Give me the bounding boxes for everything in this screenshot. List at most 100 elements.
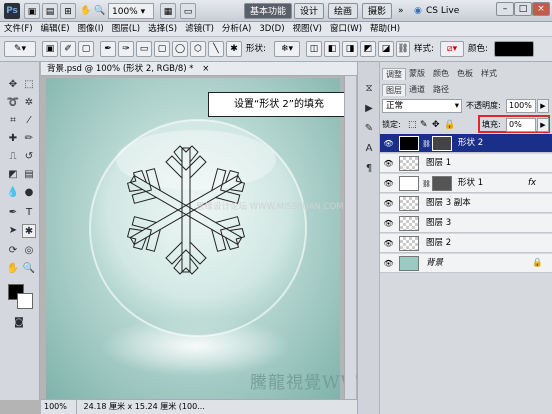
- minimize-icon[interactable]: –: [496, 2, 514, 16]
- brush-icon[interactable]: ✏: [22, 132, 36, 146]
- zoom-icon[interactable]: 🔍: [94, 3, 105, 19]
- path-selection-icon[interactable]: ➤: [6, 224, 20, 238]
- 3d-orbit-icon[interactable]: ◎: [22, 244, 36, 258]
- shape-layers-icon[interactable]: ▣: [42, 41, 58, 57]
- hand-icon[interactable]: ✋: [80, 3, 91, 19]
- menu-view[interactable]: 视图(V): [289, 22, 326, 37]
- tab-masks[interactable]: 蒙版: [406, 68, 428, 80]
- lasso-icon[interactable]: ➰: [6, 96, 20, 110]
- history-brush-icon[interactable]: ↺: [22, 150, 36, 164]
- gradient-icon[interactable]: ▤: [22, 168, 36, 182]
- polygon-icon[interactable]: ⬡: [190, 41, 206, 57]
- color-swatch[interactable]: [494, 41, 534, 57]
- shape-picker[interactable]: ❄▾: [274, 41, 300, 57]
- exclude-mode-icon[interactable]: ◪: [378, 41, 394, 57]
- crop-icon[interactable]: ⌗: [6, 114, 20, 128]
- actions-panel-icon[interactable]: ▶: [362, 102, 376, 116]
- menu-select[interactable]: 选择(S): [144, 22, 181, 37]
- menu-window[interactable]: 窗口(W): [326, 22, 366, 37]
- line-icon[interactable]: ╲: [208, 41, 224, 57]
- lock-transparent-icon[interactable]: ⬚: [408, 118, 417, 132]
- brushes-panel-icon[interactable]: ✎: [362, 122, 376, 136]
- eye-icon[interactable]: 👁: [383, 258, 394, 269]
- menu-filter[interactable]: 滤镜(T): [181, 22, 218, 37]
- eye-icon[interactable]: 👁: [383, 138, 394, 149]
- menu-layer[interactable]: 图层(L): [108, 22, 144, 37]
- eraser-icon[interactable]: ◩: [6, 168, 20, 182]
- opacity-input[interactable]: 100%: [506, 99, 536, 113]
- clone-stamp-icon[interactable]: ⎍: [6, 150, 20, 164]
- paragraph-panel-icon[interactable]: ¶: [362, 162, 376, 176]
- arrange-documents-icon[interactable]: ▦: [160, 3, 176, 19]
- eye-icon[interactable]: 👁: [383, 218, 394, 229]
- 3d-rotate-icon[interactable]: ⟳: [6, 244, 20, 258]
- subtract-mode-icon[interactable]: ◨: [342, 41, 358, 57]
- tab-swatches[interactable]: 色板: [454, 68, 476, 80]
- marquee-icon[interactable]: ⬚: [22, 78, 36, 92]
- tab-paths[interactable]: 路径: [430, 84, 452, 96]
- fill-pixels-icon[interactable]: ▢: [78, 41, 94, 57]
- quick-selection-icon[interactable]: ✲: [22, 96, 36, 110]
- eye-icon[interactable]: 👁: [383, 238, 394, 249]
- maximize-icon[interactable]: □: [514, 2, 532, 16]
- freeform-pen-icon[interactable]: ✑: [118, 41, 134, 57]
- workspace-essentials[interactable]: 基本功能: [244, 3, 293, 19]
- type-icon[interactable]: T: [22, 206, 36, 220]
- cs-live-button[interactable]: CS Live: [426, 3, 459, 19]
- zoom-select[interactable]: 100% ▾: [108, 3, 154, 19]
- menu-help[interactable]: 帮助(H): [366, 22, 404, 37]
- style-picker[interactable]: ⧄▾: [440, 41, 464, 57]
- bridge-icon[interactable]: ▣: [24, 3, 40, 19]
- menu-edit[interactable]: 编辑(E): [37, 22, 74, 37]
- new-layer-mode-icon[interactable]: ◫: [306, 41, 322, 57]
- opacity-arrow-icon[interactable]: ▶: [537, 99, 549, 113]
- lock-all-icon[interactable]: 🔒: [444, 118, 455, 132]
- layer-row[interactable]: 👁 图层 3: [380, 214, 552, 233]
- menu-analysis[interactable]: 分析(A): [218, 22, 255, 37]
- screen-mode-icon[interactable]: ▭: [180, 3, 196, 19]
- lock-position-icon[interactable]: ✥: [432, 118, 440, 132]
- zoom-tool-icon[interactable]: 🔍: [22, 262, 36, 276]
- more-workspaces[interactable]: »: [398, 3, 404, 19]
- close-icon[interactable]: ×: [532, 2, 550, 16]
- workspace-photography[interactable]: 摄影: [362, 3, 393, 19]
- fill-input[interactable]: 0%: [506, 118, 536, 132]
- lock-pixels-icon[interactable]: ✎: [420, 118, 428, 132]
- layer-row[interactable]: 👁 图层 2: [380, 234, 552, 253]
- tab-color[interactable]: 颜色: [430, 68, 452, 80]
- fx-icon[interactable]: fx: [528, 174, 536, 193]
- eye-icon[interactable]: 👁: [383, 178, 394, 189]
- workspace-painting[interactable]: 绘画: [328, 3, 359, 19]
- pen-icon[interactable]: ✒: [100, 41, 116, 57]
- layer-row[interactable]: 👁 背景 🔒: [380, 254, 552, 273]
- tab-styles[interactable]: 样式: [478, 68, 500, 80]
- character-panel-icon[interactable]: A: [362, 142, 376, 156]
- tab-layers[interactable]: 图层: [382, 84, 406, 96]
- close-document-icon[interactable]: ×: [202, 64, 209, 74]
- background-color[interactable]: [17, 293, 33, 309]
- link-icon[interactable]: ⛓: [396, 41, 410, 57]
- history-panel-icon[interactable]: ⧖: [362, 82, 376, 96]
- zoom-level[interactable]: 100%: [41, 400, 77, 414]
- eyedropper-icon[interactable]: ⁄: [22, 114, 36, 128]
- pen-tool-icon[interactable]: ✒: [6, 206, 20, 220]
- layer-row[interactable]: 👁 ⛓ 形状 2: [380, 134, 552, 153]
- menu-3d[interactable]: 3D(D): [255, 22, 288, 37]
- mini-bridge-icon[interactable]: ▤: [42, 3, 58, 19]
- ellipse-icon[interactable]: ◯: [172, 41, 188, 57]
- dodge-icon[interactable]: ●: [22, 186, 36, 200]
- layer-row[interactable]: 👁 图层 1: [380, 154, 552, 173]
- layer-row[interactable]: 👁 ⛓ 形状 1 fx: [380, 174, 552, 193]
- hand-tool-icon[interactable]: ✋: [6, 262, 20, 276]
- rectangle-icon[interactable]: ▭: [136, 41, 152, 57]
- paths-icon[interactable]: ✐: [60, 41, 76, 57]
- healing-brush-icon[interactable]: ✚: [6, 132, 20, 146]
- intersect-mode-icon[interactable]: ◩: [360, 41, 376, 57]
- tab-adjustments[interactable]: 调整: [382, 68, 406, 80]
- move-icon[interactable]: ✥: [6, 78, 20, 92]
- workspace-design[interactable]: 设计: [294, 3, 325, 19]
- vertical-scrollbar[interactable]: [344, 76, 356, 399]
- add-mode-icon[interactable]: ◧: [324, 41, 340, 57]
- document-tab[interactable]: 背景.psd @ 100% (形状 2, RGB/8) * ×: [41, 62, 368, 76]
- tool-preset-picker[interactable]: ✎▾: [4, 41, 36, 57]
